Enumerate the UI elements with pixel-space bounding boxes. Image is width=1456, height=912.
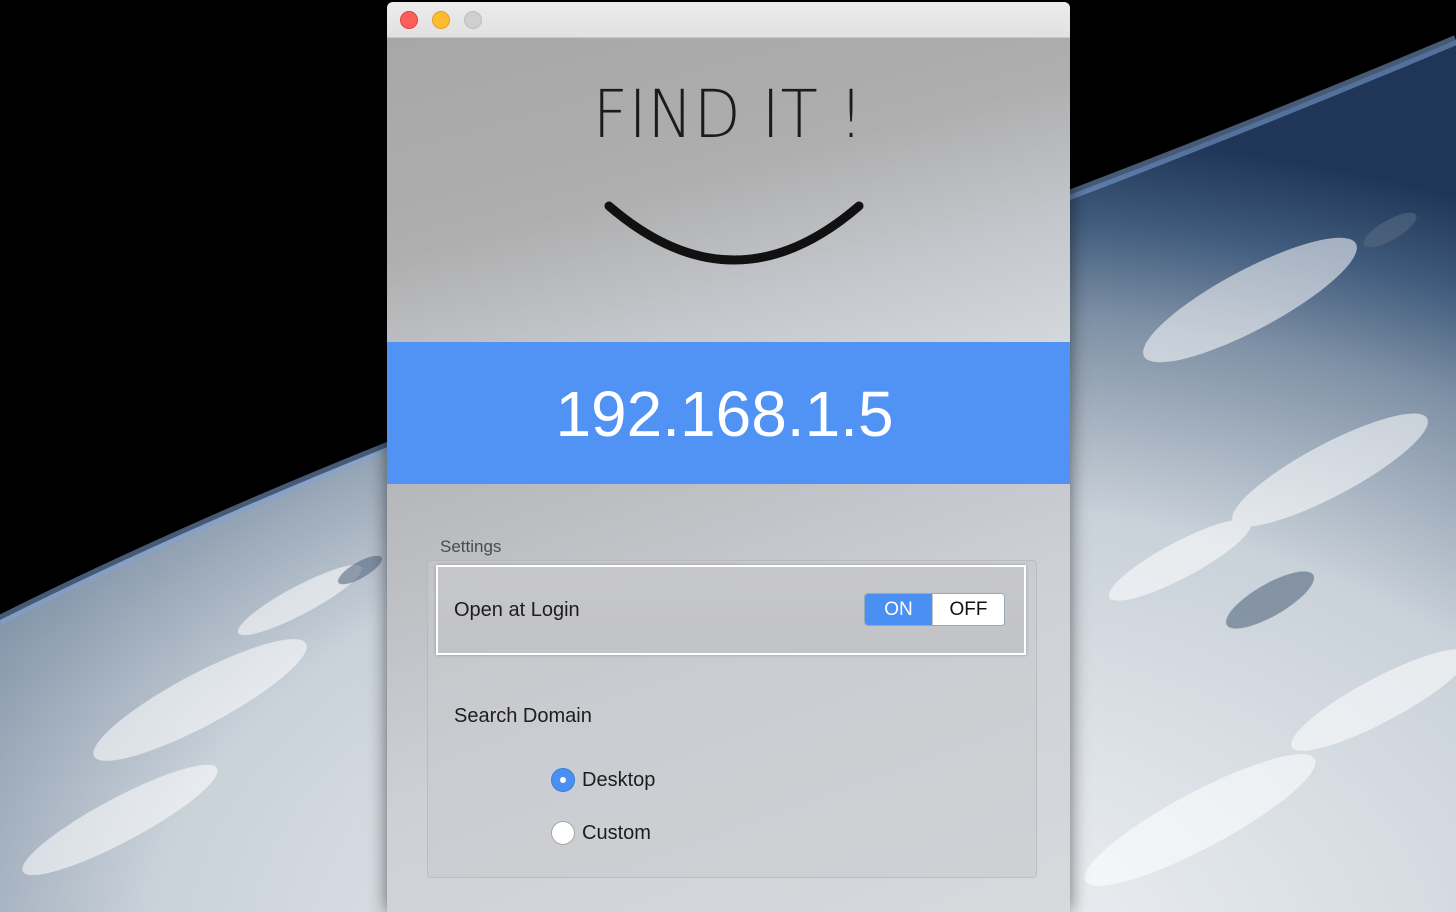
desktop-radio[interactable] [551,768,575,792]
toggle-on-button[interactable]: ON [865,594,932,625]
ip-address: 192.168.1.5 [555,378,894,450]
app-window: FIND IT ! 192.168.1.5 Settings Open at L… [387,2,1070,912]
zoom-window-button[interactable] [464,11,482,29]
app-title: FIND IT ! [592,76,865,153]
desktop-radio-label[interactable]: Desktop [582,769,655,792]
search-domain-label: Search Domain [454,705,592,727]
minimize-window-button[interactable] [432,11,450,29]
custom-radio[interactable] [551,821,575,845]
toggle-off-button[interactable]: OFF [932,594,1004,625]
open-at-login-toggle[interactable]: ON OFF [864,593,1005,626]
custom-radio-label[interactable]: Custom [582,822,651,845]
open-at-login-label: Open at Login [454,599,580,621]
title-bar[interactable] [387,2,1070,38]
settings-caption: Settings [440,537,502,556]
smile-icon [604,201,864,265]
close-window-button[interactable] [400,11,418,29]
